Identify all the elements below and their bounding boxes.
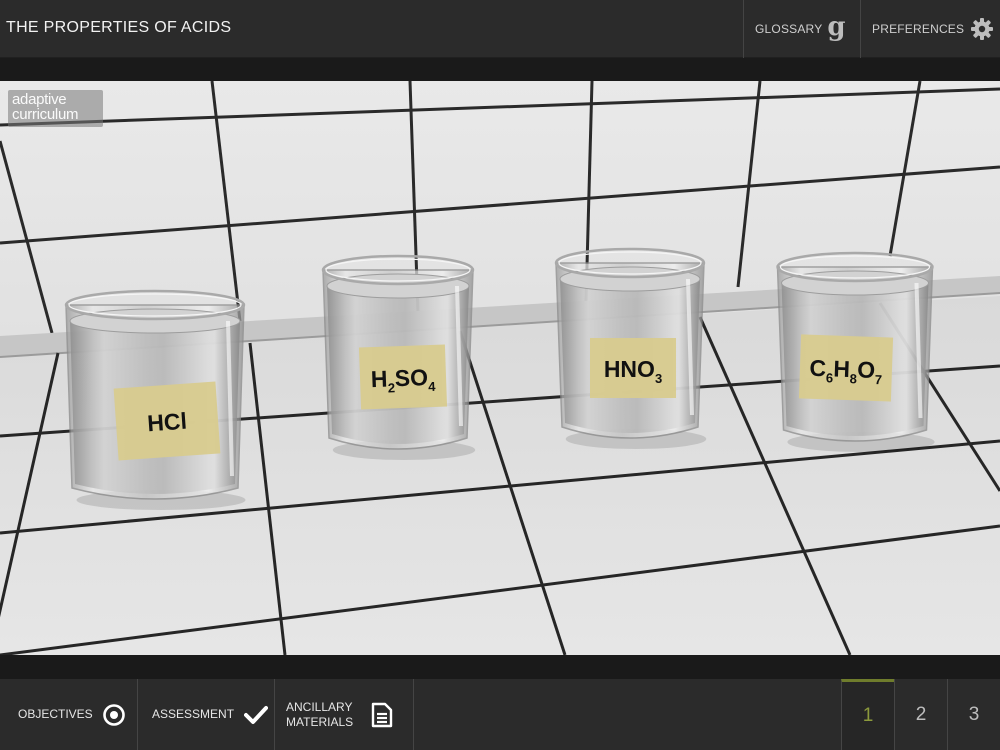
beaker-4: C6H8O7 (776, 251, 935, 452)
ancillary-materials-button[interactable]: ANCILLARY MATERIALS (275, 679, 414, 750)
beaker-label: HNO3 (590, 338, 676, 398)
objectives-label: OBJECTIVES (18, 707, 93, 721)
preferences-label: PREFERENCES (872, 22, 965, 36)
assessment-button[interactable]: ASSESSMENT (138, 679, 275, 750)
page-3-button[interactable]: 3 (947, 679, 1000, 750)
page-1-button[interactable]: 1 (841, 679, 894, 750)
lab-scene: HCl H2SO4 HNO3 C6H8O7 (0, 81, 1000, 655)
beaker-label: HCl (113, 381, 221, 461)
logo-line-1: adaptive (12, 91, 67, 108)
assessment-label: ASSESSMENT (152, 707, 235, 721)
beaker-formula: HNO3 (604, 356, 662, 386)
beaker-3: HNO3 (554, 247, 707, 449)
glossary-button[interactable]: GLOSSARY g (743, 0, 861, 58)
bottom-bar: OBJECTIVES ASSESSMENT ANCILLARY MATERIAL… (0, 679, 1000, 750)
target-icon (102, 703, 125, 726)
beaker-2: H2SO4 (321, 254, 476, 460)
adaptive-curriculum-logo: adaptive curriculum (8, 90, 103, 127)
objectives-button[interactable]: OBJECTIVES (0, 679, 138, 750)
preferences-button[interactable]: PREFERENCES (860, 0, 1000, 58)
glossary-label: GLOSSARY (755, 22, 823, 36)
page-2-button[interactable]: 2 (894, 679, 947, 750)
beaker-1: HCl (64, 289, 246, 510)
beaker-label: C6H8O7 (798, 334, 894, 402)
page-title: THE PROPERTIES OF ACIDS (6, 19, 232, 36)
ancillary-label-line-1: ANCILLARY (286, 699, 353, 714)
beaker-formula: HCl (146, 408, 187, 437)
ancillary-label: ANCILLARY MATERIALS (286, 700, 353, 730)
bottom-divider-strip (0, 655, 1000, 679)
glossary-g-icon: g (827, 12, 846, 42)
top-divider-strip (0, 58, 1000, 81)
checkmark-icon (244, 705, 269, 725)
beaker-label: H2SO4 (358, 344, 448, 410)
gear-icon (970, 17, 994, 41)
lab-scene-illustration: HCl H2SO4 HNO3 C6H8O7 (0, 81, 1000, 655)
ancillary-label-line-2: MATERIALS (286, 714, 354, 729)
top-bar: THE PROPERTIES OF ACIDS GLOSSARY g PREFE… (0, 0, 1000, 58)
logo-line-2: curriculum (12, 106, 79, 123)
document-icon (371, 702, 393, 728)
